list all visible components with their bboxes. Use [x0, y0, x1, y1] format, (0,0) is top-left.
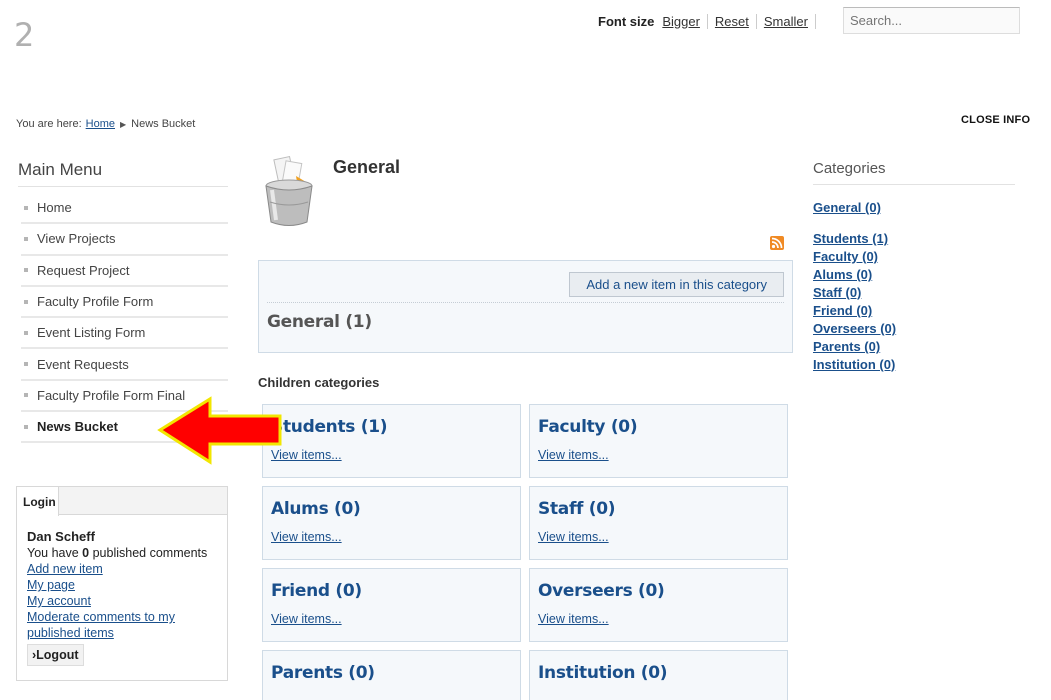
font-smaller-link[interactable]: Smaller	[757, 14, 816, 29]
menu-item-label: Home	[37, 200, 72, 216]
view-items-link[interactable]: View items...	[538, 448, 779, 462]
category-items-heading: General (1)	[267, 312, 372, 332]
child-category-card: Friend (0) View items...	[262, 568, 521, 642]
moderate-comments-link[interactable]: Moderate comments to my published items	[27, 609, 217, 641]
page-number: 2	[14, 16, 35, 54]
logout-button[interactable]: ›Logout	[27, 644, 84, 666]
login-module: Login Dan Scheff You have 0 published co…	[16, 486, 228, 681]
child-category-title[interactable]: Institution (0)	[538, 663, 779, 683]
red-arrow-icon	[156, 396, 284, 466]
user-name: Dan Scheff	[27, 529, 95, 544]
bullet-icon	[24, 424, 28, 429]
login-body: Dan Scheff You have 0 published comments…	[17, 515, 227, 666]
search-input[interactable]	[843, 7, 1020, 34]
view-items-link[interactable]: View items...	[538, 612, 779, 626]
breadcrumb-prefix: You are here:	[16, 118, 82, 130]
child-category-title[interactable]: Parents (0)	[271, 663, 512, 683]
view-items-link[interactable]: View items...	[538, 530, 779, 544]
child-category-card: Institution (0)	[529, 650, 788, 700]
main-menu-title: Main Menu	[18, 160, 228, 187]
category-link-general[interactable]: General (0)	[813, 200, 1015, 215]
child-category-title[interactable]: Friend (0)	[271, 581, 512, 601]
child-category-card: Faculty (0) View items...	[529, 404, 788, 478]
bullet-icon	[24, 299, 28, 304]
child-category-card: Parents (0)	[262, 650, 521, 700]
child-category-card: Alums (0) View items...	[262, 486, 521, 560]
menu-item-label: View Projects	[37, 231, 116, 247]
menu-item-view-projects[interactable]: View Projects	[21, 224, 228, 256]
comments-prefix: You have	[27, 546, 79, 560]
comments-suffix: published comments	[92, 546, 208, 560]
breadcrumb: You are here: Home ▶ News Bucket	[16, 118, 195, 130]
bullet-icon	[24, 268, 28, 273]
breadcrumb-home-link[interactable]: Home	[86, 118, 115, 130]
menu-item-event-requests[interactable]: Event Requests	[21, 349, 228, 381]
add-new-item-link[interactable]: Add new item	[27, 561, 217, 577]
children-categories-heading: Children categories	[258, 375, 380, 390]
menu-item-label: News Bucket	[37, 419, 118, 435]
menu-item-label: Event Requests	[37, 356, 129, 372]
child-category-title[interactable]: Alums (0)	[271, 499, 512, 519]
login-tabs: Login	[17, 487, 227, 516]
comments-count: 0	[82, 546, 90, 560]
font-size-label: Font size	[598, 14, 655, 29]
categories-sidebar: Categories General (0) Students (1) Facu…	[813, 160, 1015, 374]
child-category-card: Students (1) View items...	[262, 404, 521, 478]
category-link[interactable]: Staff (0)	[813, 285, 861, 300]
add-item-button[interactable]: Add a new item in this category	[569, 272, 784, 297]
category-link[interactable]: Parents (0)	[813, 339, 880, 354]
child-category-title[interactable]: Students (1)	[271, 417, 512, 437]
category-link[interactable]: Overseers (0)	[813, 321, 896, 336]
breadcrumb-separator-icon: ▶	[120, 119, 127, 129]
bucket-icon	[262, 155, 316, 228]
view-items-link[interactable]: View items...	[271, 448, 512, 462]
menu-item-faculty-profile-form[interactable]: Faculty Profile Form	[21, 287, 228, 319]
font-reset-link[interactable]: Reset	[708, 14, 757, 29]
breadcrumb-current: News Bucket	[131, 118, 196, 130]
menu-item-label: Faculty Profile Form	[37, 294, 154, 310]
bullet-icon	[24, 330, 28, 335]
font-bigger-link[interactable]: Bigger	[662, 14, 708, 29]
comments-summary: You have 0 published comments	[27, 545, 217, 561]
rss-feed-icon[interactable]	[770, 236, 784, 250]
menu-item-home[interactable]: Home	[21, 193, 228, 225]
categories-title: Categories	[813, 160, 1015, 185]
menu-item-event-listing-form[interactable]: Event Listing Form	[21, 318, 228, 350]
menu-item-label: Request Project	[37, 262, 130, 278]
category-link[interactable]: Alums (0)	[813, 267, 872, 282]
font-size-controls: Font size Bigger Reset Smaller	[598, 14, 816, 29]
bullet-icon	[24, 205, 28, 210]
child-category-title[interactable]: Faculty (0)	[538, 417, 779, 437]
divider	[267, 302, 784, 303]
menu-item-label: Event Listing Form	[37, 325, 146, 341]
login-tab[interactable]: Login	[17, 487, 59, 516]
category-link[interactable]: Friend (0)	[813, 303, 872, 318]
view-items-link[interactable]: View items...	[271, 530, 512, 544]
category-link[interactable]: Students (1)	[813, 231, 888, 246]
child-category-card: Staff (0) View items...	[529, 486, 788, 560]
bullet-icon	[24, 236, 28, 241]
category-link[interactable]: Faculty (0)	[813, 249, 878, 264]
category-items-panel: Add a new item in this category General …	[258, 260, 793, 353]
child-category-title[interactable]: Overseers (0)	[538, 581, 779, 601]
bullet-icon	[24, 393, 28, 398]
child-category-card: Overseers (0) View items...	[529, 568, 788, 642]
menu-item-request-project[interactable]: Request Project	[21, 256, 228, 287]
close-info-link[interactable]: CLOSE INFO	[961, 114, 1030, 126]
view-items-link[interactable]: View items...	[271, 612, 512, 626]
my-account-link[interactable]: My account	[27, 593, 217, 609]
my-page-link[interactable]: My page	[27, 577, 217, 593]
child-category-title[interactable]: Staff (0)	[538, 499, 779, 519]
category-link[interactable]: Institution (0)	[813, 357, 895, 372]
category-title: General	[333, 157, 401, 177]
bullet-icon	[24, 362, 28, 367]
